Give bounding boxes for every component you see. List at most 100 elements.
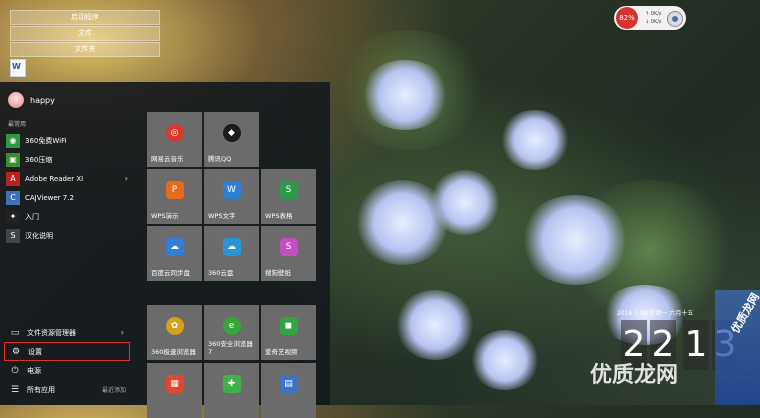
- clock-digit: 1: [683, 320, 709, 370]
- tile-label: 爱奇艺视频: [265, 348, 298, 356]
- desktop-folder-list: 启动程序 文件 文件夹: [10, 10, 160, 58]
- system-monitor-widget[interactable]: 82% ↑ 0K/s ↓ 0K/s: [614, 6, 686, 30]
- desktop-item[interactable]: 启动程序: [10, 10, 160, 25]
- 360-browser-icon: ✿: [165, 317, 184, 335]
- watermark-text: 优质龙网: [590, 363, 679, 388]
- wallpaper-flower: [520, 195, 630, 285]
- tile-sogou-wallpaper[interactable]: S 搜狗壁纸: [261, 226, 316, 281]
- username: happy: [30, 95, 55, 105]
- app-label: 电源: [27, 366, 41, 375]
- gear-icon: ⚙: [11, 346, 21, 357]
- app-label: 360压缩: [25, 155, 53, 164]
- tile-label: 360云盘: [208, 269, 234, 277]
- chevron-right-icon[interactable]: ›: [121, 328, 124, 337]
- all-apps-item[interactable]: ☰ 所有应用 最近添加: [4, 380, 130, 399]
- tile-label: 网易云音乐: [151, 155, 184, 163]
- app-item[interactable]: C CAJViewer 7.2: [6, 188, 134, 207]
- wallpaper-flower: [500, 110, 570, 170]
- tile-label: 搜狗壁纸: [265, 269, 291, 277]
- tile-game[interactable]: ✚: [204, 363, 259, 418]
- tile-iqiyi[interactable]: ◼ 爱奇艺视频: [261, 305, 316, 360]
- tile-360-speed-browser[interactable]: ✿ 360极速浏览器: [147, 305, 202, 360]
- app-label: 所有应用: [27, 385, 55, 394]
- watermark-corner-badge: 优质龙网: [715, 290, 760, 405]
- qq-icon: ◆: [222, 124, 241, 142]
- start-menu-bottom-list: ▭ 文件资源管理器 › ⚙ 设置 ⏻ 电源 ☰ 所有应用 最近添加: [4, 323, 130, 399]
- app-label: 设置: [28, 347, 42, 356]
- start-menu-left-column: happy 最常用 ◉ 360免费WiFi ▣ 360压缩 A Adobe Re…: [0, 82, 137, 405]
- tile-360-cloud[interactable]: ☁ 360云盘: [204, 226, 259, 281]
- tile-netease-music[interactable]: ◎ 网易云音乐: [147, 112, 202, 167]
- windows-colorful-icon: ▦: [165, 375, 184, 393]
- lightbulb-icon: ✦: [6, 209, 20, 224]
- sogou-wallpaper-icon: S: [279, 238, 298, 256]
- s-doc-icon: S: [6, 228, 20, 243]
- tile-qq[interactable]: ◆ 腾讯QQ: [204, 112, 259, 167]
- accelerator-ball-icon[interactable]: [667, 11, 683, 27]
- app-item[interactable]: ✦ 入门: [6, 207, 134, 226]
- tile-label: 360安全浏览器 7: [208, 340, 253, 356]
- app-label: Adobe Reader XI: [25, 174, 84, 183]
- tile-calculator[interactable]: ▤: [261, 363, 316, 418]
- calculator-icon: ▤: [279, 375, 298, 393]
- tile-label: 百度云同步盘: [151, 269, 190, 277]
- folder-icon: ▭: [10, 327, 20, 338]
- app-item[interactable]: S 汉化说明: [6, 226, 134, 245]
- chevron-right-icon[interactable]: ›: [125, 174, 128, 183]
- download-speed: ↓ 0K/s: [645, 19, 662, 25]
- app-label: 入门: [25, 212, 39, 221]
- tile-label: WPS演示: [151, 212, 179, 220]
- tile-label: 腾讯QQ: [208, 155, 232, 163]
- pdf-icon: A: [6, 171, 20, 186]
- tile-label: 360极速浏览器: [151, 348, 196, 356]
- tile-wps-presentation[interactable]: P WPS演示: [147, 169, 202, 224]
- most-used-label: 最常用: [8, 121, 27, 128]
- tile-360-safe-browser[interactable]: e 360安全浏览器 7: [204, 305, 259, 360]
- word-document-icon[interactable]: W: [10, 59, 26, 77]
- compress-icon: ▣: [6, 152, 20, 167]
- apps-icon: ☰: [10, 384, 20, 395]
- avatar: [8, 92, 24, 108]
- netease-music-icon: ◎: [165, 124, 184, 142]
- cpu-usage: 82%: [616, 7, 638, 29]
- start-menu: happy 最常用 ◉ 360免费WiFi ▣ 360压缩 A Adobe Re…: [0, 82, 330, 418]
- tile-wps-writer[interactable]: W WPS文字: [204, 169, 259, 224]
- baidu-sync-icon: ☁: [165, 238, 184, 256]
- app-item[interactable]: ◉ 360免费WiFi: [6, 131, 134, 150]
- power-item[interactable]: ⏻ 电源: [4, 361, 130, 380]
- clock-date: 2016.7.18 星期一 六月十五: [617, 310, 694, 317]
- 360-safe-browser-icon: e: [222, 317, 241, 335]
- app-item[interactable]: A Adobe Reader XI ›: [6, 169, 134, 188]
- most-used-app-list: ◉ 360免费WiFi ▣ 360压缩 A Adobe Reader XI › …: [6, 131, 134, 245]
- power-icon: ⏻: [11, 365, 19, 376]
- user-account[interactable]: happy: [8, 91, 55, 109]
- app-label: 文件资源管理器: [27, 328, 76, 337]
- desktop-item[interactable]: 文件: [10, 26, 160, 41]
- app-item[interactable]: ▣ 360压缩: [6, 150, 134, 169]
- tile-wps-sheet[interactable]: S WPS表格: [261, 169, 316, 224]
- wallpaper-flower: [395, 290, 475, 360]
- wifi-icon: ◉: [6, 133, 20, 148]
- app-label: 360免费WiFi: [25, 136, 67, 145]
- cajviewer-icon: C: [6, 190, 20, 205]
- game-plus-icon: ✚: [222, 375, 241, 393]
- wallpaper-flower: [470, 330, 540, 390]
- tile-baidu-sync[interactable]: ☁ 百度云同步盘: [147, 226, 202, 281]
- app-label: CAJViewer 7.2: [25, 193, 74, 202]
- wps-sheet-icon: S: [279, 181, 298, 199]
- wallpaper-flower: [430, 170, 500, 235]
- app-label: 汉化说明: [25, 231, 53, 240]
- cloud-drive-icon: ☁: [222, 238, 241, 256]
- upload-speed: ↑ 0K/s: [645, 11, 662, 17]
- wallpaper-flower: [360, 60, 450, 130]
- wps-writer-icon: W: [222, 181, 241, 199]
- tile-label: WPS文字: [208, 212, 236, 220]
- desktop-item[interactable]: 文件夹: [10, 42, 160, 57]
- wps-presentation-icon: P: [165, 181, 184, 199]
- iqiyi-icon: ◼: [279, 317, 298, 335]
- file-explorer-item[interactable]: ▭ 文件资源管理器 ›: [4, 323, 130, 342]
- settings-item[interactable]: ⚙ 设置: [4, 342, 130, 361]
- tile-label: WPS表格: [265, 212, 293, 220]
- tile-colorful-app[interactable]: ▦: [147, 363, 202, 418]
- recently-added-label: 最近添加: [101, 387, 126, 394]
